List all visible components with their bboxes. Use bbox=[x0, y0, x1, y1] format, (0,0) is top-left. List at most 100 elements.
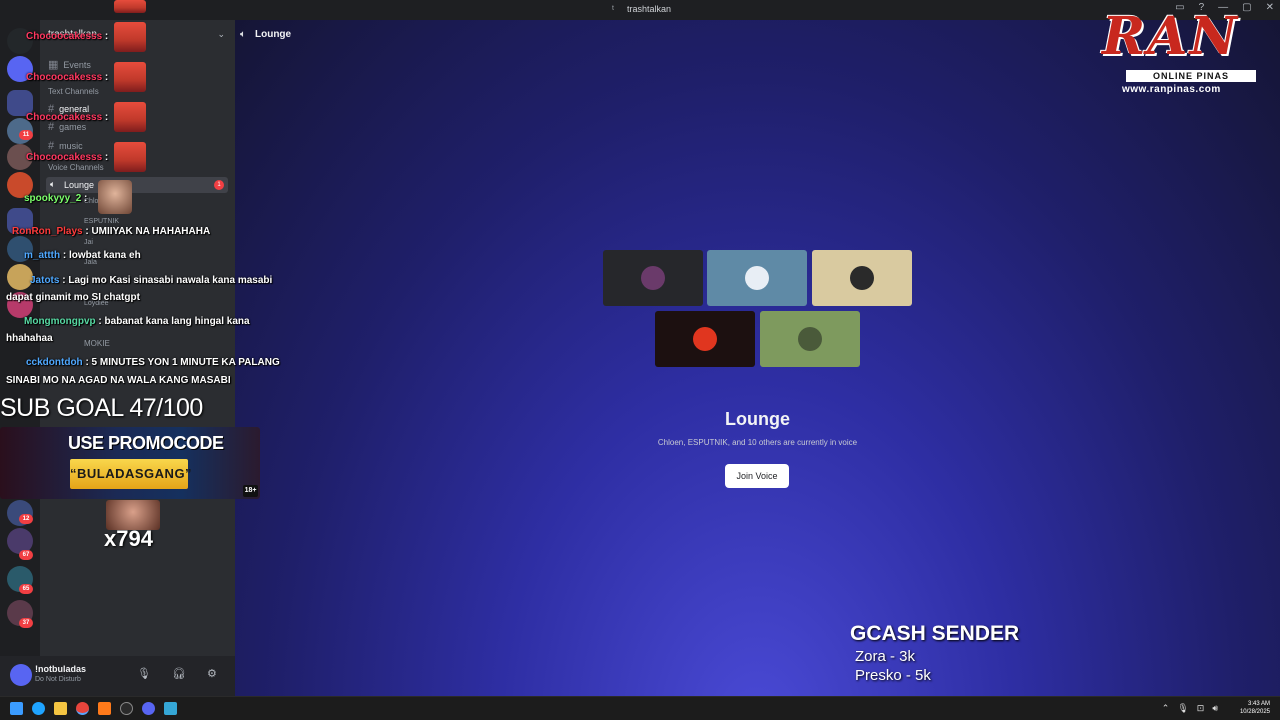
voice-user[interactable]: Jai bbox=[84, 239, 93, 246]
logo-wordmark: RAN bbox=[1102, 6, 1240, 67]
microphone-icon[interactable]: 🎙︎ bbox=[1177, 703, 1188, 714]
clock-date: 10/28/2025 bbox=[1239, 709, 1270, 715]
voice-channel-view: 🔈︎ Lounge Lounge Chloen, ESPUTNIK, and 1… bbox=[235, 20, 1280, 696]
speaker-icon: 🔈︎ bbox=[50, 179, 56, 189]
channel-general[interactable]: # general bbox=[48, 103, 89, 115]
channel-header-name: Lounge bbox=[255, 29, 292, 40]
logo-tagline: ONLINE PINAS bbox=[1126, 70, 1256, 82]
user-panel: !notbuladas Do Not Disturb 🎙︎ 🎧︎ ⚙︎ bbox=[0, 656, 235, 696]
events-item[interactable]: ▦ Events bbox=[48, 58, 91, 71]
voice-user[interactable]: Chloen bbox=[84, 198, 106, 205]
avatar bbox=[693, 327, 717, 351]
emote-combo-count: x794 bbox=[104, 526, 153, 551]
voice-channel-title: Lounge bbox=[725, 409, 790, 429]
channel-label: general bbox=[59, 104, 90, 114]
participant-tile[interactable] bbox=[707, 250, 807, 306]
promo-headline: USE PROMOCODE bbox=[68, 433, 224, 453]
avatar bbox=[745, 266, 769, 290]
server-folder-icon[interactable] bbox=[7, 90, 33, 116]
hash-icon: # bbox=[48, 121, 55, 133]
participant-tile[interactable] bbox=[603, 250, 703, 306]
server-icon[interactable] bbox=[7, 292, 33, 318]
voice-user[interactable]: ESPUTNIK bbox=[84, 218, 119, 225]
headphones-icon[interactable]: 🎧︎ bbox=[172, 667, 186, 680]
app-icon[interactable] bbox=[164, 702, 177, 715]
channel-games[interactable]: # games bbox=[48, 121, 86, 133]
events-label: Events bbox=[63, 59, 91, 70]
network-icon[interactable]: ⊡ bbox=[1197, 703, 1205, 714]
edge-icon[interactable] bbox=[32, 702, 45, 715]
chrome-icon[interactable] bbox=[76, 702, 89, 715]
voice-user[interactable]: Loydiee bbox=[84, 300, 109, 307]
server-icon[interactable] bbox=[7, 56, 33, 82]
hash-icon: # bbox=[48, 140, 55, 152]
mention-badge: 11 bbox=[19, 130, 33, 140]
window-title-text: trashtalkan bbox=[627, 4, 672, 14]
participant-tile[interactable] bbox=[760, 311, 860, 367]
channel-sidebar: trashtalkan ⌄ ▦ Events Text Channels # g… bbox=[40, 20, 235, 656]
voice-user[interactable]: MOKIE bbox=[84, 339, 110, 348]
join-voice-button[interactable]: Join Voice bbox=[725, 464, 789, 488]
avatar bbox=[798, 327, 822, 351]
file-explorer-icon[interactable] bbox=[54, 702, 67, 715]
system-tray: ⌃ 🎙︎ ⊡ 🔊︎ bbox=[1162, 703, 1218, 714]
gcash-item: Zora - 3k bbox=[855, 648, 916, 665]
age-rating-badge: 18+ bbox=[243, 485, 258, 497]
unread-badge: 1 bbox=[214, 180, 224, 190]
server-rail: 11 12 67 65 37 + bbox=[0, 20, 40, 673]
dm-home-button[interactable] bbox=[7, 28, 33, 54]
server-icon[interactable] bbox=[7, 172, 33, 198]
server-folder-icon[interactable] bbox=[7, 208, 33, 234]
speaker-icon: 🔈︎ bbox=[240, 29, 246, 40]
voice-channel-lounge[interactable]: 🔈︎ Lounge 1 bbox=[46, 177, 228, 193]
channel-music[interactable]: # music bbox=[48, 140, 83, 152]
sub-goal-counter: SUB GOAL 47/100 bbox=[0, 394, 203, 422]
server-icon[interactable] bbox=[7, 144, 33, 170]
hash-icon: # bbox=[48, 103, 55, 115]
mention-badge: 65 bbox=[19, 584, 33, 594]
sponsor-logo: RAN ONLINE PINAS www.ranpinas.com bbox=[1096, 6, 1276, 98]
server-icon: t bbox=[612, 4, 614, 12]
category-voice-channels[interactable]: Voice Channels bbox=[48, 163, 104, 172]
microphone-icon[interactable]: 🎙︎ bbox=[137, 667, 151, 680]
discord-icon[interactable] bbox=[142, 702, 155, 715]
vlc-icon[interactable] bbox=[98, 702, 111, 715]
title-bar: t trashtalkan ▭ ? — ▢ ✕ bbox=[0, 0, 1280, 20]
category-text-channels[interactable]: Text Channels bbox=[48, 87, 99, 96]
clock-time: 3:43 AM bbox=[1247, 701, 1270, 707]
participant-tile[interactable] bbox=[655, 311, 755, 367]
volume-icon[interactable]: 🔊︎ bbox=[1212, 703, 1218, 714]
logo-url: www.ranpinas.com bbox=[1122, 84, 1221, 95]
promo-code: “BULADASGANG” bbox=[70, 459, 192, 489]
promo-banner: USE PROMOCODE “BULADASGANG” 18+ bbox=[0, 427, 260, 499]
calendar-icon: ▦ bbox=[48, 59, 59, 71]
avatar[interactable] bbox=[10, 664, 32, 686]
window-title: t trashtalkan bbox=[612, 4, 671, 14]
voice-channel-subtitle: Chloen, ESPUTNIK, and 10 others are curr… bbox=[657, 438, 858, 447]
voice-channel-label: Lounge bbox=[64, 180, 95, 190]
username: !notbuladas bbox=[35, 664, 86, 674]
mention-badge: 37 bbox=[19, 618, 33, 628]
chevron-up-icon[interactable]: ⌃ bbox=[1162, 703, 1170, 714]
mention-badge: 12 bbox=[19, 514, 33, 524]
avatar bbox=[641, 266, 665, 290]
guild-header[interactable]: trashtalkan ⌄ bbox=[40, 20, 235, 52]
chevron-down-icon: ⌄ bbox=[217, 29, 225, 39]
taskbar: ⌃ 🎙︎ ⊡ 🔊︎ 3:43 AM 10/28/2025 bbox=[0, 696, 1280, 720]
windows-start-icon[interactable] bbox=[10, 702, 23, 715]
gear-icon[interactable]: ⚙︎ bbox=[207, 667, 217, 680]
voice-user[interactable]: Jala bbox=[84, 259, 97, 266]
gcash-sender-list: GCASH SENDER Zora - 3k Presko - 5k bbox=[850, 622, 1019, 684]
gcash-title: GCASH SENDER bbox=[850, 622, 1020, 645]
server-icon[interactable] bbox=[7, 264, 33, 290]
user-status: Do Not Disturb bbox=[35, 676, 81, 683]
gcash-item: Presko - 5k bbox=[855, 667, 931, 684]
obs-icon[interactable] bbox=[120, 702, 133, 715]
system-clock[interactable]: 3:43 AM 10/28/2025 bbox=[1240, 700, 1270, 716]
channel-label: games bbox=[59, 122, 87, 132]
channel-label: music bbox=[59, 141, 83, 151]
participant-tile[interactable] bbox=[812, 250, 912, 306]
server-icon[interactable] bbox=[7, 236, 33, 262]
guild-name: trashtalkan bbox=[48, 29, 97, 40]
avatar bbox=[850, 266, 874, 290]
